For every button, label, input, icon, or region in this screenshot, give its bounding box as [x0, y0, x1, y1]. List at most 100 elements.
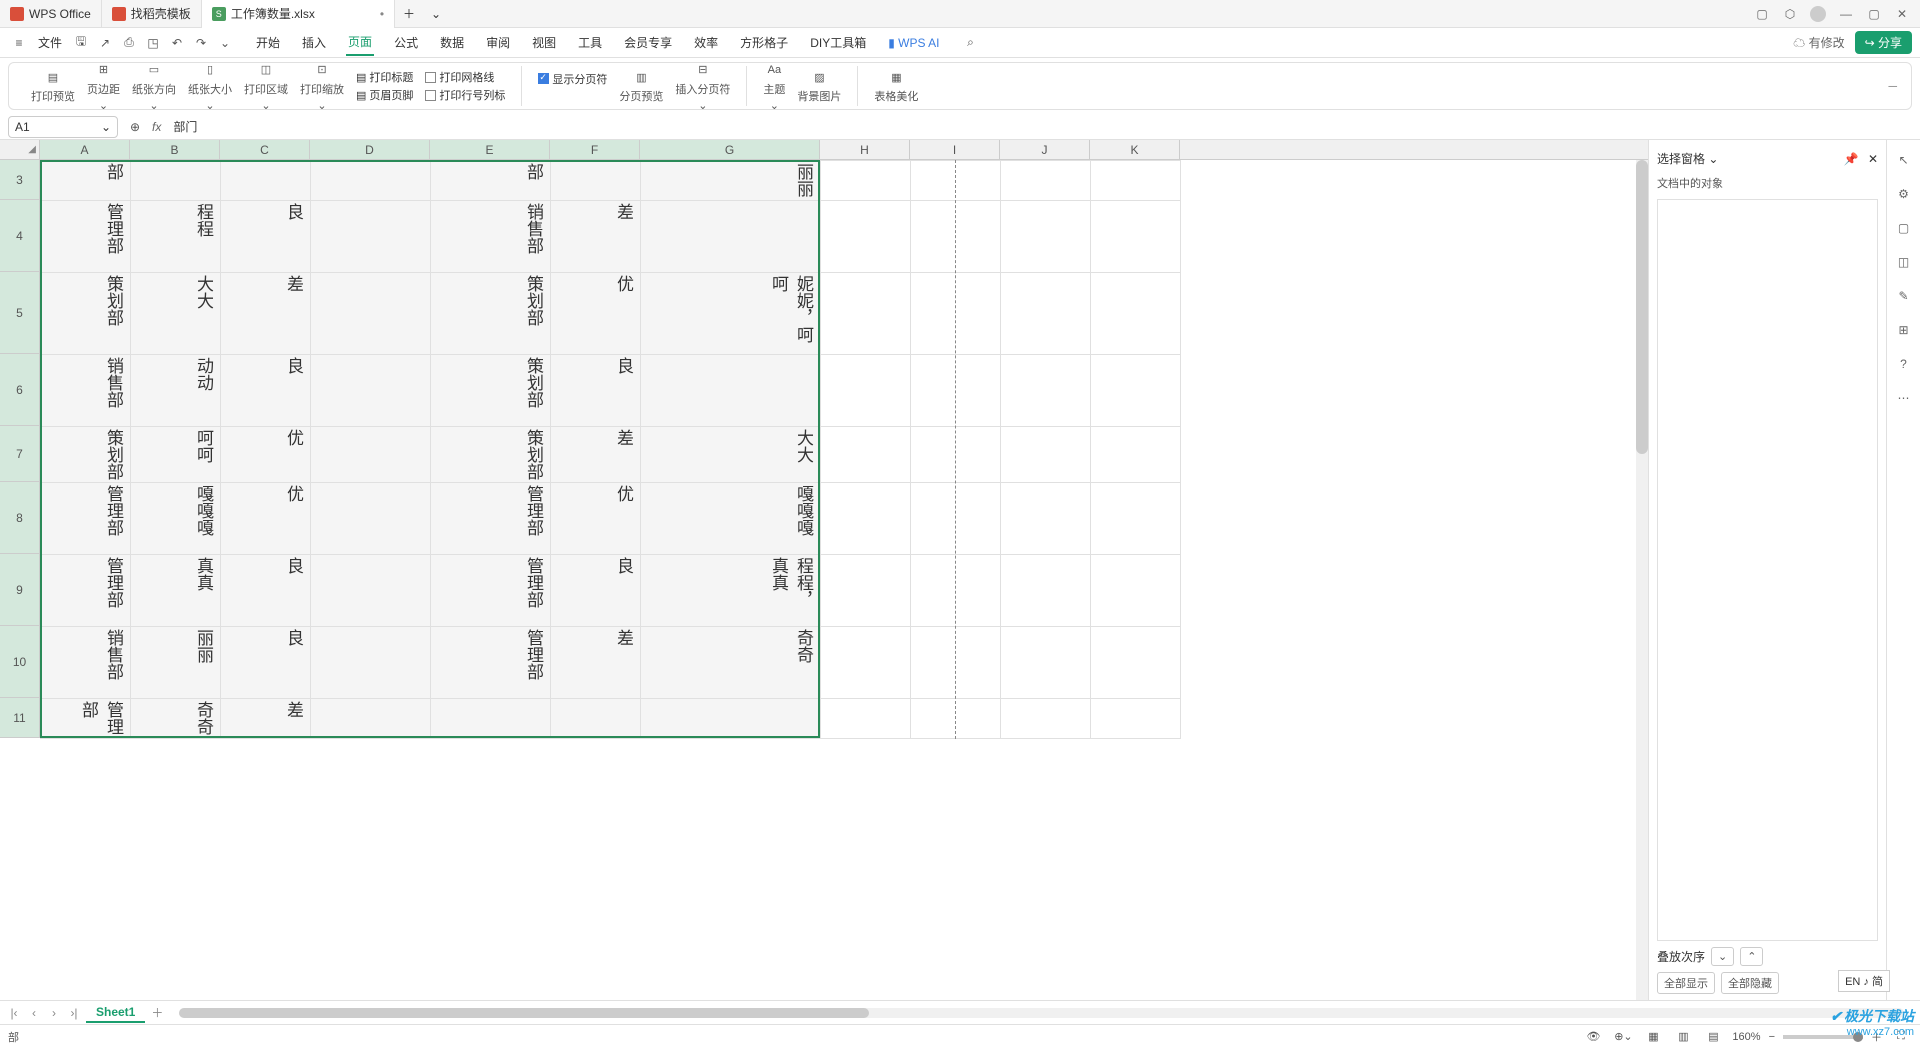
last-sheet-button[interactable]: ›| — [66, 1006, 82, 1020]
wrench-icon[interactable]: ✎ — [1894, 286, 1914, 306]
wps-ai-button[interactable]: ▮ WPS AI — [886, 32, 941, 54]
cell-A9[interactable]: 管理部 — [41, 555, 131, 627]
cell-D10[interactable] — [311, 627, 431, 699]
paper-size-button[interactable]: ▯纸张大小⌄ — [182, 61, 238, 112]
row-header-4[interactable]: 4 — [0, 200, 40, 272]
cell-A4[interactable]: 管理部 — [41, 201, 131, 273]
tab-formula[interactable]: 公式 — [392, 30, 420, 55]
cell-C10[interactable]: 良 — [221, 627, 311, 699]
cell-B9[interactable]: 真真 — [131, 555, 221, 627]
tab-templates[interactable]: 找稻壳模板 — [102, 0, 202, 28]
cell-H11[interactable] — [821, 699, 911, 739]
cursor-icon[interactable]: ↖ — [1894, 150, 1914, 170]
cell-F8[interactable]: 优 — [551, 483, 641, 555]
cell-C8[interactable]: 优 — [221, 483, 311, 555]
cell-J7[interactable] — [1001, 427, 1091, 483]
maximize-button[interactable]: ▢ — [1866, 6, 1882, 22]
col-header-F[interactable]: F — [550, 140, 640, 159]
cell-K10[interactable] — [1091, 627, 1181, 699]
cell-E6[interactable]: 策划部 — [431, 355, 551, 427]
print-area-button[interactable]: ◫打印区域⌄ — [238, 61, 294, 112]
cell-D7[interactable] — [311, 427, 431, 483]
object-list[interactable] — [1657, 199, 1878, 941]
cell-C7[interactable]: 优 — [221, 427, 311, 483]
header-footer-button[interactable]: ▤ 页眉页脚 — [356, 87, 413, 103]
beautify-button[interactable]: ▦表格美化 — [868, 68, 924, 104]
cell-H4[interactable] — [821, 201, 911, 273]
print-scale-button[interactable]: ⊡打印缩放⌄ — [294, 61, 350, 112]
show-all-button[interactable]: 全部显示 — [1657, 972, 1715, 994]
col-header-J[interactable]: J — [1000, 140, 1090, 159]
cells-area[interactable]: 部部丽丽管理部程程良销售部差策划部大大差策划部优妮妮，呵呵销售部动动良策划部良策… — [40, 160, 1648, 739]
cell-E5[interactable]: 策划部 — [431, 273, 551, 355]
cell-C11[interactable]: 差 — [221, 699, 311, 739]
normal-view-icon[interactable]: ▦ — [1642, 1026, 1664, 1048]
cell-A5[interactable]: 策划部 — [41, 273, 131, 355]
col-header-H[interactable]: H — [820, 140, 910, 159]
cell-G4[interactable] — [641, 201, 821, 273]
chart-icon[interactable]: ◫ — [1894, 252, 1914, 272]
row-header-9[interactable]: 9 — [0, 554, 40, 626]
help-icon[interactable]: ? — [1894, 354, 1914, 374]
grid-icon[interactable]: ⊞ — [1894, 320, 1914, 340]
margins-button[interactable]: ⊞页边距⌄ — [81, 61, 126, 112]
cell-B10[interactable]: 丽丽 — [131, 627, 221, 699]
cell-B7[interactable]: 呵呵 — [131, 427, 221, 483]
cell-H10[interactable] — [821, 627, 911, 699]
horizontal-scrollbar[interactable] — [179, 1008, 1904, 1018]
cell-B4[interactable]: 程程 — [131, 201, 221, 273]
cell-E8[interactable]: 管理部 — [431, 483, 551, 555]
eye-icon[interactable]: 👁 — [1582, 1026, 1604, 1048]
cell-K8[interactable] — [1091, 483, 1181, 555]
cell-A8[interactable]: 管理部 — [41, 483, 131, 555]
cell-J3[interactable] — [1001, 161, 1091, 201]
hamburger-icon[interactable]: ≡ — [8, 32, 30, 54]
col-header-E[interactable]: E — [430, 140, 550, 159]
file-menu[interactable]: 文件 — [32, 34, 68, 51]
print-preview-icon[interactable]: ◳ — [142, 32, 164, 54]
first-sheet-button[interactable]: |‹ — [6, 1006, 22, 1020]
search-icon[interactable]: ⌕ — [959, 32, 981, 54]
cell-E10[interactable]: 管理部 — [431, 627, 551, 699]
cell-J4[interactable] — [1001, 201, 1091, 273]
cell-F5[interactable]: 优 — [551, 273, 641, 355]
cloud-status[interactable]: ☁ 有修改 — [1793, 34, 1844, 51]
cell-K11[interactable] — [1091, 699, 1181, 739]
cell-G3[interactable]: 丽丽 — [641, 161, 821, 201]
tab-view[interactable]: 视图 — [530, 30, 558, 55]
tab-review[interactable]: 审阅 — [484, 30, 512, 55]
cell-F7[interactable]: 差 — [551, 427, 641, 483]
col-header-A[interactable]: A — [40, 140, 130, 159]
cell-J5[interactable] — [1001, 273, 1091, 355]
redo-icon[interactable]: ↷ — [190, 32, 212, 54]
row-header-8[interactable]: 8 — [0, 482, 40, 554]
cell-E4[interactable]: 销售部 — [431, 201, 551, 273]
tab-wps-home[interactable]: WPS Office — [0, 0, 102, 28]
cell-B3[interactable] — [131, 161, 221, 201]
tab-page[interactable]: 页面 — [346, 29, 374, 56]
pin-icon[interactable]: 📌 — [1844, 152, 1859, 166]
cell-E7[interactable]: 策划部 — [431, 427, 551, 483]
tab-start[interactable]: 开始 — [254, 30, 282, 55]
cell-K4[interactable] — [1091, 201, 1181, 273]
cell-F11[interactable] — [551, 699, 641, 739]
cell-J11[interactable] — [1001, 699, 1091, 739]
page-layout-view-icon[interactable]: ▥ — [1672, 1026, 1694, 1048]
tab-menu-dropdown[interactable]: ⌄ — [423, 7, 449, 21]
cell-K6[interactable] — [1091, 355, 1181, 427]
hide-all-button[interactable]: 全部隐藏 — [1721, 972, 1779, 994]
cell-G10[interactable]: 奇奇 — [641, 627, 821, 699]
print-preview-button[interactable]: ▤打印预览 — [25, 68, 81, 104]
cell-D11[interactable] — [311, 699, 431, 739]
layout-icon[interactable]: ▢ — [1894, 218, 1914, 238]
cell-K9[interactable] — [1091, 555, 1181, 627]
tab-member[interactable]: 会员专享 — [622, 30, 674, 55]
cell-H8[interactable] — [821, 483, 911, 555]
tab-efficiency[interactable]: 效率 — [692, 30, 720, 55]
cell-H9[interactable] — [821, 555, 911, 627]
formula-input[interactable]: 部门 — [167, 118, 1912, 135]
cell-D3[interactable] — [311, 161, 431, 201]
cell-C4[interactable]: 良 — [221, 201, 311, 273]
tab-diy[interactable]: DIY工具箱 — [808, 30, 868, 55]
cell-E11[interactable] — [431, 699, 551, 739]
